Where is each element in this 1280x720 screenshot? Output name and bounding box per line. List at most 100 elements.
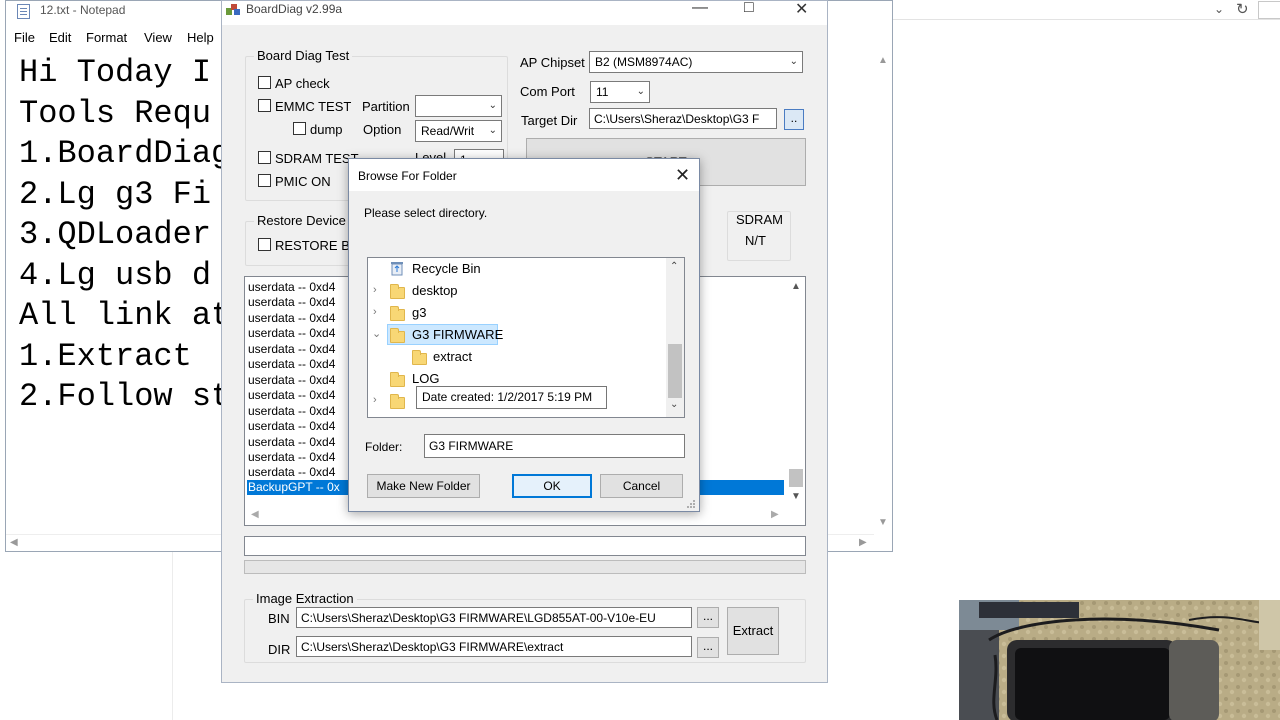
target-dir-input[interactable]: C:\Users\Sheraz\Desktop\G3 F (589, 108, 777, 129)
folder-icon (390, 284, 405, 299)
group-label: Image Extraction (253, 591, 357, 606)
option-select[interactable]: Read/Writ ⌄ (415, 120, 502, 142)
bin-label: BIN (268, 611, 290, 626)
sdram-status-label: SDRAM (736, 212, 783, 227)
scroll-down-icon[interactable]: ▼ (791, 491, 801, 502)
browse-for-folder-dialog: Browse For Folder ✕ Please select direct… (348, 158, 700, 512)
scroll-left-icon[interactable]: ◀ (251, 509, 259, 520)
folder-name-input[interactable]: G3 FIRMWARE (424, 434, 685, 458)
progress-bar (244, 560, 806, 574)
scroll-thumb[interactable] (789, 469, 803, 487)
extract-button[interactable]: Extract (727, 607, 779, 655)
dir-browse-button[interactable]: ... (697, 637, 719, 658)
partition-label: Partition (362, 99, 410, 114)
tree-node-label: G3 FIRMWARE (412, 327, 504, 342)
option-label: Option (363, 122, 402, 137)
selected-item-label: BackupGPT -- 0x (248, 480, 340, 494)
folder-label: Folder: (365, 440, 403, 454)
minimize-button[interactable]: — (692, 0, 708, 17)
tree-vertical-scrollbar[interactable]: ⌃ ⌄ (666, 258, 684, 417)
list-item[interactable]: userdata -- 0xd4 (248, 435, 335, 449)
menu-file[interactable]: File (14, 30, 35, 45)
close-button[interactable]: ✕ (795, 0, 808, 19)
pmic-on-label: PMIC ON (275, 174, 331, 189)
scroll-thumb[interactable] (668, 344, 682, 398)
folder-icon (390, 372, 405, 387)
make-new-folder-button[interactable]: Make New Folder (367, 474, 480, 498)
emmc-test-checkbox[interactable] (258, 99, 271, 112)
target-dir-browse-button[interactable]: .. (784, 109, 804, 130)
dir-path-input[interactable]: C:\Users\Sheraz\Desktop\G3 FIRMWARE\extr… (296, 636, 692, 657)
ap-chipset-select[interactable]: B2 (MSM8974AC) ⌄ (589, 51, 803, 73)
menu-help[interactable]: Help (187, 30, 214, 45)
chevron-down-icon[interactable]: ⌄ (372, 327, 381, 340)
chevron-right-icon[interactable]: › (373, 284, 377, 296)
restore-boot-checkbox[interactable] (258, 238, 271, 251)
bin-path-input[interactable]: C:\Users\Sheraz\Desktop\G3 FIRMWARE\LGD8… (296, 607, 692, 628)
list-item[interactable]: userdata -- 0xd4 (248, 450, 335, 464)
resize-grip-icon[interactable] (686, 499, 696, 509)
refresh-icon[interactable]: ↻ (1236, 0, 1249, 18)
list-item[interactable]: userdata -- 0xd4 (248, 295, 335, 309)
list-item[interactable]: userdata -- 0xd4 (248, 373, 335, 387)
scroll-up-icon[interactable]: ▲ (878, 55, 888, 66)
tree-node-g3[interactable]: › g3 (368, 302, 664, 323)
scroll-right-icon[interactable]: ▶ (771, 509, 779, 520)
list-item[interactable]: userdata -- 0xd4 (248, 465, 335, 479)
com-port-label: Com Port (520, 84, 575, 99)
com-port-select[interactable]: 11 ⌄ (590, 81, 650, 103)
list-item[interactable]: userdata -- 0xd4 (248, 419, 335, 433)
list-item[interactable]: userdata -- 0xd4 (248, 311, 335, 325)
maximize-button[interactable]: □ (744, 0, 754, 17)
dialog-title: Browse For Folder (358, 169, 457, 183)
tree-node-label: LOG (412, 371, 440, 386)
ap-check-checkbox[interactable] (258, 76, 271, 89)
chevron-down-icon[interactable]: ⌄ (1214, 2, 1224, 16)
emmc-test-label: EMMC TEST (275, 99, 352, 114)
bin-browse-button[interactable]: ... (697, 607, 719, 628)
chevron-right-icon[interactable]: › (373, 394, 377, 406)
scroll-right-icon[interactable]: ▶ (859, 537, 867, 548)
chevron-down-icon: ⌄ (488, 125, 497, 136)
tree-node-label: Recycle Bin (412, 261, 481, 276)
boarddiag-title: BoardDiag v2.99a (246, 2, 343, 16)
list-item[interactable]: userdata -- 0xd4 (248, 326, 335, 340)
dump-checkbox[interactable] (293, 122, 306, 135)
tree-node-label: desktop (412, 283, 458, 298)
menu-view[interactable]: View (144, 30, 172, 45)
address-input[interactable] (1258, 1, 1280, 19)
tree-node-extract[interactable]: extract (368, 346, 664, 367)
list-item[interactable]: userdata -- 0xd4 (248, 404, 335, 418)
partition-select[interactable]: ⌄ (415, 95, 502, 117)
tree-node-desktop[interactable]: › desktop (368, 280, 664, 301)
scroll-left-icon[interactable]: ◀ (10, 537, 18, 548)
chevron-down-icon[interactable]: ⌄ (670, 399, 678, 410)
log-list-vertical-scrollbar[interactable]: ▲ ▼ (787, 277, 805, 507)
recycle-bin-icon (391, 262, 403, 276)
chevron-down-icon: ⌄ (636, 86, 645, 97)
chevron-up-icon[interactable]: ⌃ (670, 261, 678, 272)
tree-node-g3-firmware[interactable]: ⌄ G3 FIRMWARE (368, 324, 664, 345)
chevron-right-icon[interactable]: › (373, 306, 377, 318)
webcam-overlay-image (959, 600, 1280, 720)
status-field (244, 536, 806, 556)
list-item[interactable]: userdata -- 0xd4 (248, 388, 335, 402)
cancel-button[interactable]: Cancel (600, 474, 683, 498)
menu-edit[interactable]: Edit (49, 30, 71, 45)
notepad-vertical-scrollbar[interactable]: ▲ ▼ (874, 51, 892, 536)
notepad-icon (17, 4, 30, 19)
tree-node-recycle-bin[interactable]: Recycle Bin (368, 258, 664, 279)
list-item[interactable]: userdata -- 0xd4 (248, 342, 335, 356)
dialog-title-bar: Browse For Folder ✕ (349, 159, 699, 191)
dir-label: DIR (268, 642, 291, 657)
menu-format[interactable]: Format (86, 30, 127, 45)
sdram-test-checkbox[interactable] (258, 151, 271, 164)
ok-button[interactable]: OK (512, 474, 592, 498)
list-item[interactable]: userdata -- 0xd4 (248, 280, 335, 294)
pmic-on-checkbox[interactable] (258, 174, 271, 187)
list-item[interactable]: userdata -- 0xd4 (248, 357, 335, 371)
close-icon[interactable]: ✕ (675, 165, 690, 186)
scroll-down-icon[interactable]: ▼ (878, 517, 888, 528)
scroll-up-icon[interactable]: ▲ (791, 281, 801, 292)
folder-icon (390, 306, 405, 321)
